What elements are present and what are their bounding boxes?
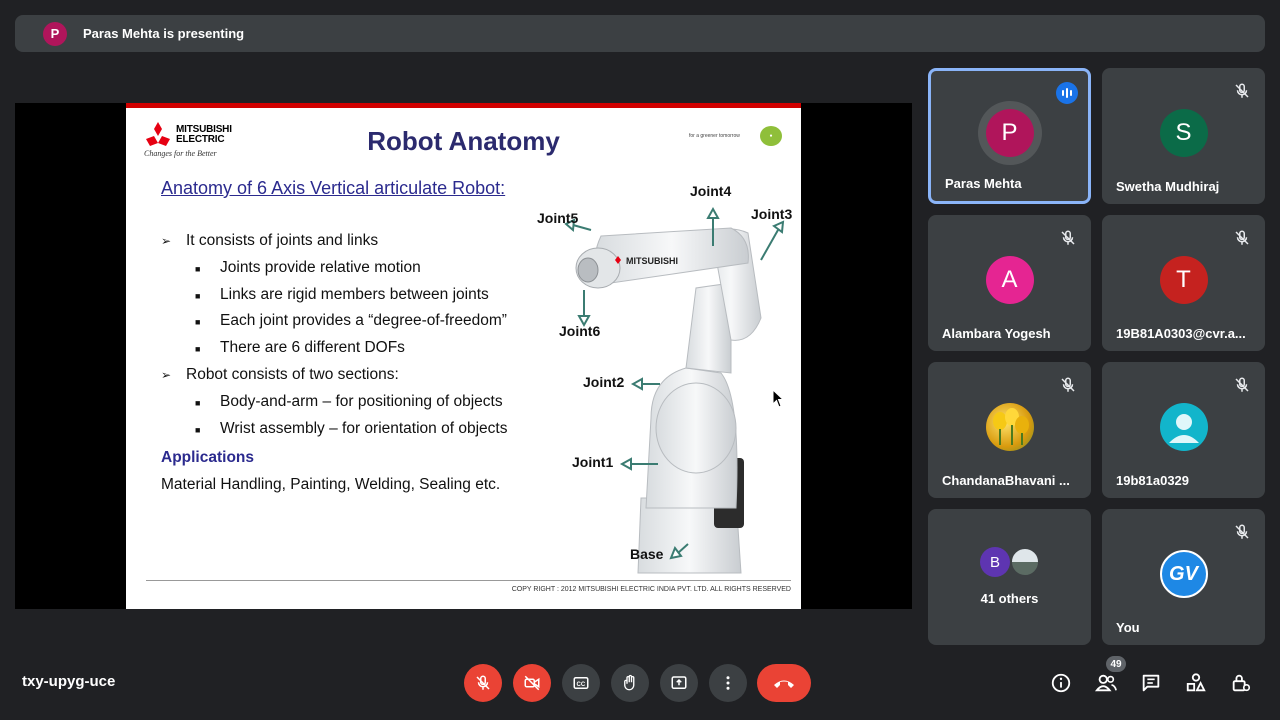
speaking-indicator-icon	[1056, 82, 1078, 104]
slide-subtitle: Anatomy of 6 Axis Vertical articulate Ro…	[161, 178, 506, 198]
participant-name: ChandanaBhavani ...	[942, 473, 1070, 488]
slide: MITSUBISHI ELECTRIC Changes for the Bett…	[126, 103, 801, 609]
mic-off-icon	[476, 675, 490, 690]
avatar	[985, 403, 1034, 451]
presentation-stage[interactable]: MITSUBISHI ELECTRIC Changes for the Bett…	[15, 103, 912, 609]
participant-name: Alambara Yogesh	[942, 326, 1051, 341]
chat-button[interactable]	[1137, 669, 1165, 697]
applications-heading: Applications	[161, 449, 255, 466]
captions-button[interactable]: CC	[562, 664, 600, 702]
presenter-avatar: P	[43, 21, 67, 46]
others-count: 41 others	[980, 591, 1039, 606]
participant-tile[interactable]: S Swetha Mudhiraj	[1102, 68, 1265, 204]
mic-off-icon	[1235, 83, 1249, 98]
chat-icon	[1142, 674, 1160, 692]
avatar: S	[1159, 109, 1208, 157]
svg-text:CC: CC	[577, 682, 586, 688]
avatar: T	[1159, 256, 1208, 304]
show-everyone-button[interactable]	[1092, 669, 1120, 697]
host-controls-icon	[1232, 674, 1251, 692]
eco-changes-icon: ●	[760, 126, 782, 146]
avatar: P	[985, 109, 1034, 157]
tulips-photo-icon	[992, 408, 1029, 445]
raise-hand-button[interactable]	[611, 664, 649, 702]
slide-title: Robot Anatomy	[367, 126, 560, 156]
participant-tile[interactable]: A Alambara Yogesh	[928, 215, 1091, 351]
camera-toggle-button[interactable]	[513, 664, 551, 702]
square-bullet-icon: ■	[195, 317, 201, 327]
robot-brand-label: MITSUBISHI	[626, 256, 678, 266]
square-bullet-icon: ■	[195, 398, 201, 408]
arrow-bullet-icon: ➢	[161, 234, 172, 248]
joint2-label: Joint2	[583, 374, 625, 390]
mic-toggle-button[interactable]	[464, 664, 502, 702]
arrow-bullet-icon: ➢	[161, 368, 172, 382]
participant-tile[interactable]: T 19B81A0303@cvr.a...	[1102, 215, 1265, 351]
participant-name: Swetha Mudhiraj	[1116, 179, 1220, 194]
meeting-details-button[interactable]	[1047, 669, 1075, 697]
participant-name: 19B81A0303@cvr.a...	[1116, 326, 1246, 341]
eco-text: for a greener tomorrow	[689, 133, 740, 139]
list-item: ■ Wrist assembly – for orientation of obj…	[195, 420, 508, 437]
square-bullet-icon: ■	[195, 291, 201, 301]
mic-off-icon	[1061, 230, 1075, 245]
people-icon	[1094, 674, 1117, 692]
info-icon	[1051, 673, 1071, 693]
list-item: ■ Links are rigid members between joints	[195, 286, 489, 303]
camera-off-icon	[524, 675, 540, 691]
host-controls-button[interactable]	[1227, 669, 1255, 697]
square-bullet-icon: ■	[195, 425, 201, 435]
mic-off-icon	[1235, 524, 1249, 539]
joint5-label: Joint5	[537, 210, 579, 226]
avatar: GV	[1159, 550, 1208, 598]
mic-off-icon	[1235, 377, 1249, 392]
avatar	[1159, 403, 1208, 451]
others-tile[interactable]: B 41 others	[928, 509, 1091, 645]
square-bullet-icon: ■	[195, 264, 201, 274]
list-item: ■ Body-and-arm – for positioning of objec…	[195, 393, 503, 410]
joint6-label: Joint6	[559, 323, 601, 339]
mic-off-icon	[1061, 377, 1075, 392]
participant-tile[interactable]: 19b81a0329	[1102, 362, 1265, 498]
activities-button[interactable]	[1182, 669, 1210, 697]
present-now-button[interactable]	[660, 664, 698, 702]
avatar: B	[980, 547, 1010, 577]
list-item: ■ There are 6 different DOFs	[195, 339, 405, 356]
raise-hand-icon	[624, 674, 635, 691]
mic-off-icon	[1235, 230, 1249, 245]
list-item: ■ Joints provide relative motion	[195, 259, 421, 276]
applications-text: Material Handling, Painting, Welding, Se…	[161, 476, 501, 493]
default-person-icon	[1168, 414, 1199, 443]
participant-tile[interactable]: ChandanaBhavani ...	[928, 362, 1091, 498]
joint4-label: Joint4	[690, 183, 732, 199]
copyright-footer: COPY RIGHT : 2012 MITSUBISHI ELECTRIC IN…	[146, 580, 791, 593]
mouse-cursor-icon	[772, 389, 785, 408]
base-label: Base	[630, 546, 664, 562]
avatar	[1010, 547, 1040, 577]
self-tile[interactable]: GV You	[1102, 509, 1265, 645]
joint1-label: Joint1	[572, 454, 614, 470]
list-item: ■ Each joint provides a “degree-of-freedo…	[195, 312, 507, 329]
activities-icon	[1186, 673, 1206, 692]
avatar: A	[985, 256, 1034, 304]
square-bullet-icon: ■	[195, 344, 201, 354]
list-item: ➢ It consists of joints and links	[161, 232, 379, 249]
end-call-icon	[774, 680, 794, 688]
presenter-label: Paras Mehta is presenting	[83, 26, 245, 41]
participant-count-badge: 49	[1106, 656, 1126, 672]
leave-call-button[interactable]	[757, 664, 811, 702]
joint3-label: Joint3	[751, 206, 793, 222]
participant-name: You	[1116, 620, 1140, 635]
list-item: ➢ Robot consists of two sections:	[161, 366, 399, 383]
more-icon	[726, 676, 730, 690]
meeting-code: txy-upyg-uce	[22, 673, 116, 690]
more-options-button[interactable]	[709, 664, 747, 702]
captions-icon: CC	[573, 677, 589, 689]
robot-arm-image: MITSUBISHI	[564, 206, 785, 574]
participant-name: 19b81a0329	[1116, 473, 1190, 488]
participant-name: Paras Mehta	[945, 176, 1022, 191]
participant-tile[interactable]: P Paras Mehta	[928, 68, 1091, 204]
presenter-banner: P Paras Mehta is presenting	[15, 15, 1265, 52]
present-icon	[671, 676, 687, 689]
